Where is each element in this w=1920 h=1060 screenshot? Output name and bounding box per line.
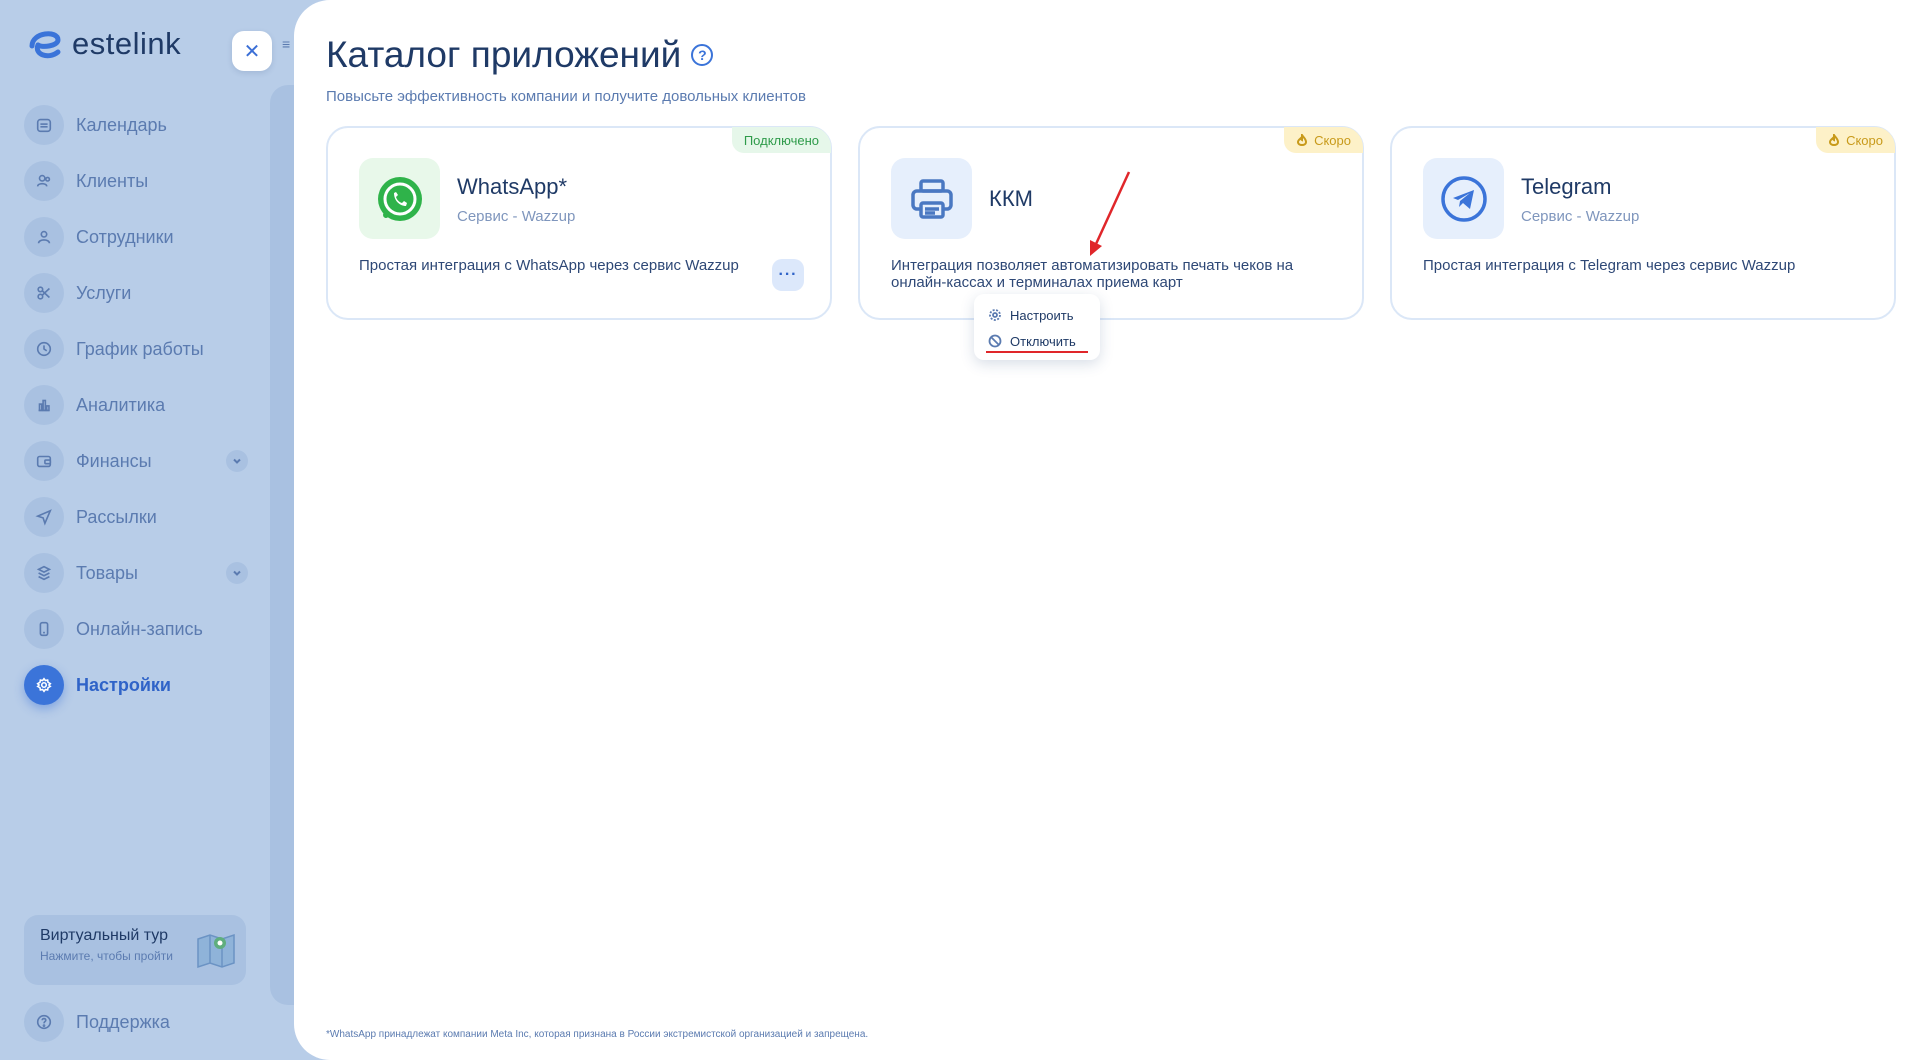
sidebar-item-label: График работы bbox=[76, 338, 204, 359]
sidebar-item-finance[interactable]: Финансы bbox=[24, 441, 248, 481]
ban-icon bbox=[988, 334, 1002, 348]
map-icon bbox=[197, 933, 235, 969]
app-service: Сервис - Wazzup bbox=[457, 208, 576, 225]
chevron-down-icon[interactable] bbox=[226, 562, 248, 584]
scissors-icon bbox=[24, 273, 64, 313]
estelink-logo-icon bbox=[29, 31, 61, 59]
sidebar-item-staff[interactable]: Сотрудники bbox=[24, 217, 248, 257]
sidebar-item-label: Услуги bbox=[76, 282, 132, 303]
app-name: WhatsApp* bbox=[457, 174, 568, 199]
menu-icon: ≡ bbox=[282, 36, 291, 52]
app-description: Простая интеграция с Telegram через серв… bbox=[1423, 257, 1796, 274]
flame-icon bbox=[1829, 134, 1840, 146]
brand-logo[interactable]: estelink bbox=[24, 24, 181, 64]
sidebar-item-label: Сотрудники bbox=[76, 226, 174, 247]
status-badge-label: Скоро bbox=[1846, 132, 1883, 148]
sidebar-item-online-booking[interactable]: Онлайн-запись bbox=[24, 609, 248, 649]
chevron-down-icon[interactable] bbox=[226, 450, 248, 472]
box-icon bbox=[24, 553, 64, 593]
close-sidebar-button[interactable]: ✕ bbox=[232, 31, 272, 71]
sidebar-item-support[interactable]: Поддержка bbox=[24, 1002, 170, 1042]
app-card-telegram[interactable]: Скоро Telegram Сервис - Wazzup Простая и… bbox=[1390, 126, 1896, 320]
sidebar-item-calendar[interactable]: Календарь bbox=[24, 105, 248, 145]
more-actions-button[interactable]: ··· bbox=[772, 259, 804, 291]
annotation-arrow bbox=[1090, 171, 1131, 256]
sidebar-item-label: Поддержка bbox=[76, 1011, 170, 1032]
sidebar-item-label: Настройки bbox=[76, 674, 171, 695]
sidebar-item-products[interactable]: Товары bbox=[24, 553, 248, 593]
printer-icon bbox=[891, 158, 972, 239]
sidebar-item-schedule[interactable]: График работы bbox=[24, 329, 248, 369]
sidebar-nav: Календарь Клиенты Сотрудники Услуги Граф… bbox=[24, 105, 248, 721]
brand-name: estelink bbox=[72, 26, 182, 61]
annotation-underline bbox=[986, 351, 1088, 353]
phone-icon bbox=[24, 609, 64, 649]
user-icon bbox=[24, 217, 64, 257]
configure-menu-item[interactable]: Настроить bbox=[988, 302, 1100, 328]
send-icon bbox=[24, 497, 64, 537]
menu-item-label: Отключить bbox=[1010, 333, 1076, 349]
sidebar-item-label: Финансы bbox=[76, 450, 152, 471]
page-title-text: Каталог приложений bbox=[326, 34, 682, 75]
sidebar-item-label: Рассылки bbox=[76, 506, 157, 527]
page-title: Каталог приложений ? bbox=[326, 34, 714, 76]
clients-icon bbox=[24, 161, 64, 201]
sidebar-item-mailings[interactable]: Рассылки bbox=[24, 497, 248, 537]
whatsapp-icon bbox=[359, 158, 440, 239]
gear-icon bbox=[989, 309, 1001, 321]
app-service: Сервис - Wazzup bbox=[1521, 208, 1640, 225]
sidebar-item-services[interactable]: Услуги bbox=[24, 273, 248, 313]
app-name: ККМ bbox=[989, 186, 1033, 211]
sidebar-item-analytics[interactable]: Аналитика bbox=[24, 385, 248, 425]
telegram-icon bbox=[1423, 158, 1504, 239]
chart-icon bbox=[24, 385, 64, 425]
status-badge: Скоро bbox=[1284, 127, 1363, 153]
sidebar-item-label: Клиенты bbox=[76, 170, 149, 191]
sidebar-item-label: Календарь bbox=[76, 114, 167, 135]
flame-icon bbox=[1297, 134, 1308, 146]
clock-icon bbox=[24, 329, 64, 369]
sidebar-item-clients[interactable]: Клиенты bbox=[24, 161, 248, 201]
calendar-icon bbox=[24, 105, 64, 145]
menu-item-label: Настроить bbox=[1010, 307, 1074, 323]
gear-icon bbox=[24, 665, 64, 705]
sidebar: estelink ✕ Календарь Клиенты Сотрудники … bbox=[0, 0, 295, 1060]
sidebar-item-label: Аналитика bbox=[76, 394, 166, 415]
status-badge: Подключено bbox=[731, 127, 831, 153]
status-badge-label: Скоро bbox=[1314, 132, 1351, 148]
virtual-tour-card[interactable]: Виртуальный тур Нажмите, чтобы пройти bbox=[24, 915, 246, 985]
app-description: Простая интеграция с WhatsApp через серв… bbox=[359, 257, 739, 274]
page-subtitle: Повысьте эффективность компании и получи… bbox=[326, 88, 806, 105]
sidebar-item-label: Онлайн-запись bbox=[76, 618, 203, 639]
app-description: Интеграция позволяет автоматизировать пе… bbox=[891, 257, 1294, 291]
footnote: *WhatsApp принадлежат компании Meta Inc,… bbox=[326, 1029, 869, 1040]
sidebar-item-settings[interactable]: Настройки bbox=[24, 665, 248, 705]
close-icon: ✕ bbox=[243, 40, 261, 63]
app-card-whatsapp[interactable]: Подключено WhatsApp* Сервис - Wazzup Про… bbox=[326, 126, 832, 320]
wallet-icon bbox=[24, 441, 64, 481]
main-content: Каталог приложений ? Повысьте эффективно… bbox=[294, 0, 1920, 1060]
sidebar-item-label: Товары bbox=[76, 562, 138, 583]
app-name: Telegram bbox=[1521, 174, 1612, 199]
help-icon[interactable]: ? bbox=[691, 44, 714, 66]
status-badge: Скоро bbox=[1816, 127, 1895, 153]
help-circle-icon bbox=[24, 1002, 64, 1042]
